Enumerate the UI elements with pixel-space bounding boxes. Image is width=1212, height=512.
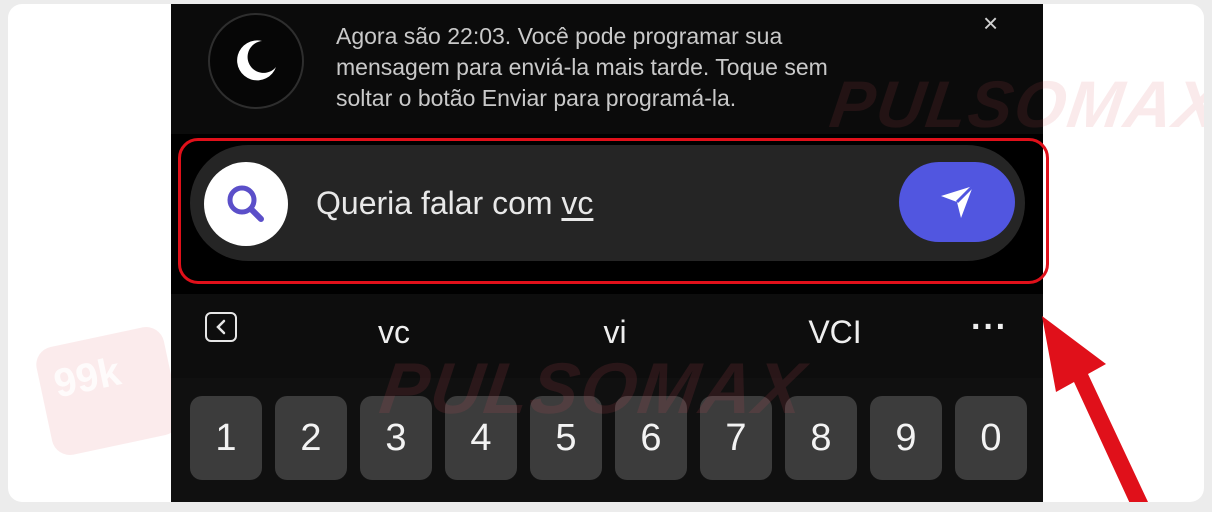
collapse-icon[interactable] — [205, 312, 237, 342]
watermark-text-lower: PULSOMAX — [375, 349, 811, 429]
key-9[interactable]: 9 — [870, 396, 942, 480]
suggestion-vc[interactable]: vc — [334, 312, 454, 352]
close-icon[interactable]: × — [983, 10, 998, 36]
suggestion-vi[interactable]: vi — [555, 312, 675, 352]
red-arrow-icon — [1042, 316, 1148, 502]
key-0[interactable]: 0 — [955, 396, 1027, 480]
suggestion-vci[interactable]: VCI — [775, 312, 895, 352]
highlight-frame — [178, 138, 1049, 284]
screenshot-card: 99k Agora são 22:03. Você pode programar… — [8, 4, 1204, 502]
more-options-icon[interactable]: ··· — [971, 310, 1008, 344]
notice-line-1: Agora são 22:03. Você pode programar sua — [336, 23, 783, 49]
watermark-text: PULSOMAX — [825, 67, 1204, 141]
key-2[interactable]: 2 — [275, 396, 347, 480]
key-1[interactable]: 1 — [190, 396, 262, 480]
moon-icon — [208, 13, 304, 109]
